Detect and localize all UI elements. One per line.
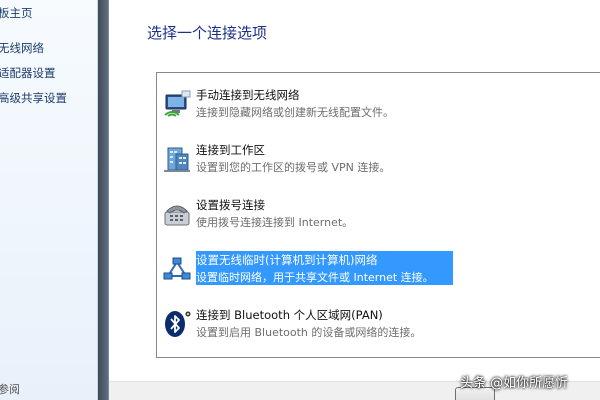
sidebar-item-home[interactable]: 板主页	[0, 5, 33, 21]
option-bluetooth-pan[interactable]: 连接到 Bluetooth 个人区域网(PAN) 设置到启用 Bluetooth…	[159, 305, 599, 345]
workplace-building-icon	[162, 144, 192, 174]
dialup-telephone-icon	[162, 199, 192, 229]
sidebar-item-advanced-sharing[interactable]: 高级共享设置	[0, 90, 67, 106]
adhoc-network-icon	[162, 254, 192, 284]
option-workplace[interactable]: 连接到工作区 设置到您的工作区的拨号或 VPN 连接。	[159, 140, 599, 180]
dialog-title: 选择一个连接选项	[147, 24, 268, 42]
connection-options-list: 手动连接到无线网络 连接到隐藏网络或创建新无线配置文件。 连接到工作区 设置到您…	[156, 72, 600, 358]
option-title: 连接到工作区	[196, 143, 265, 157]
wireless-network-icon	[162, 89, 192, 119]
option-description: 设置到您的工作区的拨号或 VPN 连接。	[196, 161, 391, 174]
option-title: 手动连接到无线网络	[196, 88, 300, 102]
connection-wizard-dialog: 选择一个连接选项 手动连接到无线网络 连接到隐藏网络或创建新无线配置文件。 连接…	[108, 0, 600, 400]
option-description: 设置临时网络，用于共享文件或 Internet 连接。	[196, 271, 434, 284]
option-description: 使用拨号连接连接到 Internet。	[196, 216, 354, 229]
bluetooth-icon	[162, 309, 192, 339]
sidebar-item-adapter-settings[interactable]: 适配器设置	[0, 65, 56, 81]
option-title: 设置拨号连接	[196, 198, 265, 212]
option-description: 设置到启用 Bluetooth 的设备或网络的连接。	[196, 326, 422, 339]
watermark: 头条 @如你所愿忻	[460, 376, 569, 391]
option-dialup[interactable]: 设置拨号连接 使用拨号连接连接到 Internet。	[159, 195, 599, 235]
option-description: 连接到隐藏网络或创建新无线配置文件。	[196, 106, 394, 119]
option-adhoc-network[interactable]: 设置无线临时(计算机到计算机)网络 设置临时网络，用于共享文件或 Interne…	[159, 250, 599, 290]
option-manual-wireless[interactable]: 手动连接到无线网络 连接到隐藏网络或创建新无线配置文件。	[159, 85, 599, 125]
option-title: 连接到 Bluetooth 个人区域网(PAN)	[196, 308, 383, 322]
window-gap	[98, 0, 108, 400]
sidebar-item-wireless[interactable]: 无线网络	[0, 40, 44, 56]
control-panel-sidebar: 板主页 无线网络 适配器设置 高级共享设置 参阅	[0, 0, 98, 400]
sidebar-see-also: 参阅	[0, 383, 20, 396]
option-title: 设置无线临时(计算机到计算机)网络	[196, 253, 378, 267]
